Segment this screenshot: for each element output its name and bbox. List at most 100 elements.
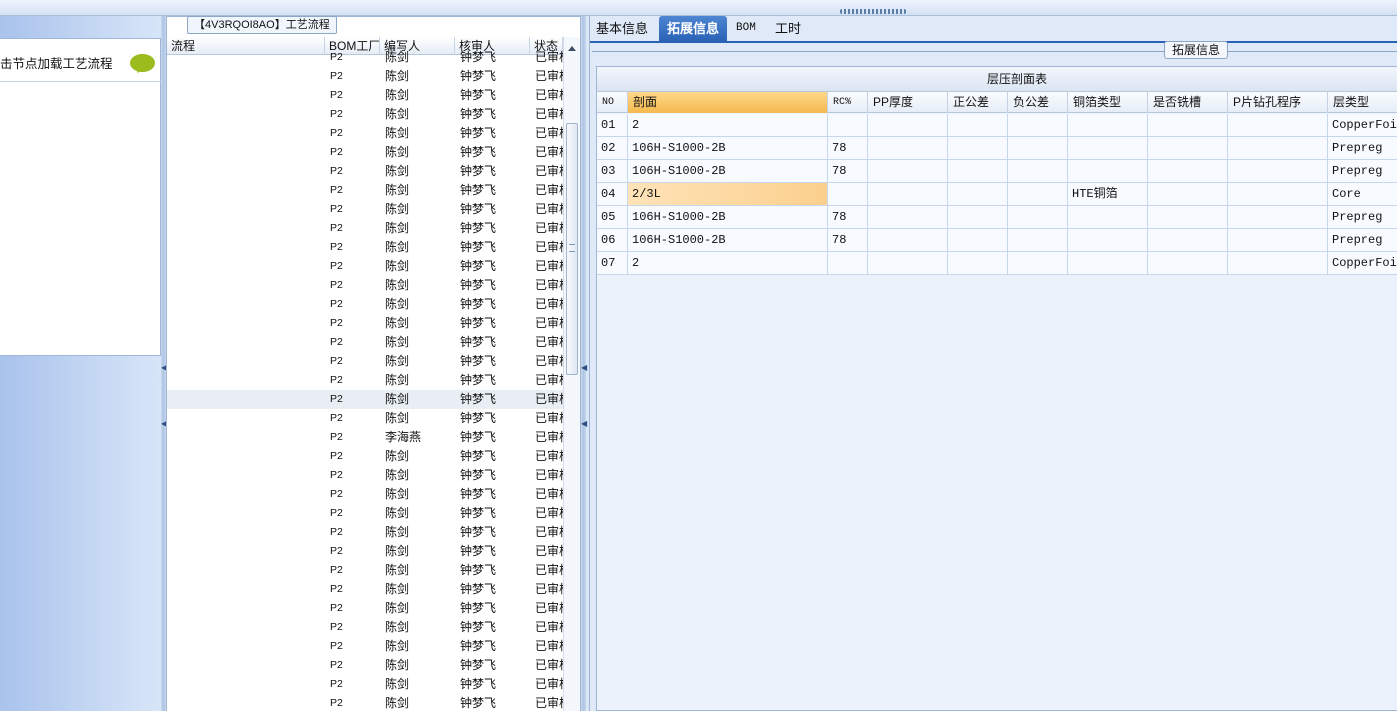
rc-cell[interactable] (828, 183, 868, 205)
tree-folder-row[interactable]: −阻焊P2陈剑钟梦飞已审核 (167, 675, 563, 694)
positive-tolerance-cell[interactable] (948, 206, 1008, 228)
process-tree-grid[interactable]: 流程 BOM工厂 编写人 核审人 状态 圆角P2陈剑钟梦飞已审核打标P2陈剑钟梦… (167, 37, 563, 711)
tree-folder-row[interactable]: −AOIP2陈剑钟梦飞已审核 (167, 219, 563, 238)
layer-type-cell[interactable]: Prepreg (1328, 137, 1397, 159)
profile-cell[interactable]: 106H-S1000-2B (628, 160, 828, 182)
rc-cell[interactable]: 78 (828, 206, 868, 228)
no-cell[interactable]: 04 (597, 183, 628, 205)
col-header-no[interactable]: NO (597, 92, 628, 113)
tree-folder-row[interactable]: −层压P2陈剑钟梦飞已审核 (167, 333, 563, 352)
tree-item-row[interactable]: 圆角P2陈剑钟梦飞已审核 (167, 48, 563, 67)
negative-tolerance-cell[interactable] (1008, 229, 1068, 251)
foil-type-cell[interactable] (1068, 252, 1148, 274)
collapse-left-arrow-icon[interactable]: ◀ (581, 364, 587, 372)
tree-item-row[interactable]: X-Ray冲孔P2陈剑钟梦飞已审核 (167, 409, 563, 428)
tree-folder-row[interactable]: −钻孔P2陈剑钟梦飞已审核 (167, 466, 563, 485)
tree-item-row[interactable]: 内层AOIP2陈剑钟梦飞已审核 (167, 257, 563, 276)
tree-folder-row[interactable]: −外层干膜P2陈剑钟梦飞已审核 (167, 599, 563, 618)
collapse-left-arrow-icon[interactable]: ◀ (581, 420, 587, 428)
tree-scrollbar[interactable] (563, 37, 580, 711)
table-row[interactable]: 01 2 CopperFoil (597, 114, 1397, 137)
no-cell[interactable]: 03 (597, 160, 628, 182)
tree-item-row[interactable]: 预排P2陈剑钟梦飞已审核 (167, 352, 563, 371)
negative-tolerance-cell[interactable] (1008, 114, 1068, 136)
foil-type-cell[interactable] (1068, 206, 1148, 228)
tree-folder-row[interactable]: −沉铜P2陈剑钟梦飞已审核 (167, 504, 563, 523)
layer-type-cell[interactable]: Prepreg (1328, 206, 1397, 228)
rc-cell[interactable] (828, 252, 868, 274)
rc-cell[interactable]: 78 (828, 160, 868, 182)
drill-program-cell[interactable] (1228, 252, 1328, 274)
col-header-layer-type[interactable]: 层类型 (1328, 92, 1397, 113)
pp-thickness-cell[interactable] (868, 252, 948, 274)
positive-tolerance-cell[interactable] (948, 183, 1008, 205)
table-row[interactable]: 07 2 CopperFoil (597, 252, 1397, 275)
tree-item-row[interactable]: 钻孔P2陈剑钟梦飞已审核 (167, 485, 563, 504)
no-cell[interactable]: 05 (597, 206, 628, 228)
negative-tolerance-cell[interactable] (1008, 160, 1068, 182)
drill-program-cell[interactable] (1228, 183, 1328, 205)
table-row[interactable]: 04 2/3L HTE铜箔 Core (597, 183, 1397, 206)
pp-thickness-cell[interactable] (868, 183, 948, 205)
positive-tolerance-cell[interactable] (948, 252, 1008, 274)
layer-type-cell[interactable]: Prepreg (1328, 160, 1397, 182)
foil-type-cell[interactable] (1068, 229, 1148, 251)
no-cell[interactable]: 06 (597, 229, 628, 251)
col-header-pp-thickness[interactable]: PP厚度 (868, 92, 948, 113)
tree-item-row[interactable]: 压合P2陈剑钟梦飞已审核 (167, 390, 563, 409)
negative-tolerance-cell[interactable] (1008, 183, 1068, 205)
foil-type-cell[interactable] (1068, 160, 1148, 182)
milling-cell[interactable] (1148, 252, 1228, 274)
tree-item-row[interactable]: 外层前处理P2陈剑钟梦飞已审核 (167, 618, 563, 637)
pp-thickness-cell[interactable] (868, 137, 948, 159)
tree-item-row[interactable]: 铣边P2李海燕钟梦飞已审核 (167, 428, 563, 447)
drill-program-cell[interactable] (1228, 114, 1328, 136)
profile-cell[interactable]: 2 (628, 252, 828, 274)
tree-item-row[interactable]: 曝光P2陈剑钟梦飞已审核 (167, 143, 563, 162)
milling-cell[interactable] (1148, 137, 1228, 159)
col-header-rc[interactable]: RC% (828, 92, 868, 113)
mid-splitter[interactable]: ◀ ◀ (581, 16, 587, 711)
tree-item-row[interactable]: 酸性蚀刻P2陈剑钟梦飞已审核 (167, 181, 563, 200)
tree-item-row[interactable]: 显影P2陈剑钟梦飞已审核 (167, 162, 563, 181)
profile-cell[interactable]: 106H-S1000-2B (628, 137, 828, 159)
tree-item-row[interactable]: 排板P2陈剑钟梦飞已审核 (167, 371, 563, 390)
tree-item-row[interactable]: 去毛刺P2陈剑钟梦飞已审核 (167, 523, 563, 542)
table-row[interactable]: 06 106H-S1000-2B 78 Prepreg (597, 229, 1397, 252)
no-cell[interactable]: 01 (597, 114, 628, 136)
tree-item-row[interactable]: 冲孔P2陈剑钟梦飞已审核 (167, 238, 563, 257)
col-header-drill-program[interactable]: P片钻孔程序 (1228, 92, 1328, 113)
table-row[interactable]: 03 106H-S1000-2B 78 Prepreg (597, 160, 1397, 183)
milling-cell[interactable] (1148, 114, 1228, 136)
pp-thickness-cell[interactable] (868, 229, 948, 251)
foil-type-cell[interactable]: HTE铜箔 (1068, 183, 1148, 205)
tree-item-row[interactable]: 打字唛P2陈剑钟梦飞已审核 (167, 447, 563, 466)
rc-cell[interactable]: 78 (828, 229, 868, 251)
profile-cell[interactable]: 2/3L (628, 183, 828, 205)
col-header-profile[interactable]: 剖面 (628, 92, 828, 113)
tab-bom[interactable]: BOM (736, 16, 756, 41)
positive-tolerance-cell[interactable] (948, 137, 1008, 159)
milling-cell[interactable] (1148, 183, 1228, 205)
drill-program-cell[interactable] (1228, 229, 1328, 251)
positive-tolerance-cell[interactable] (948, 229, 1008, 251)
layer-type-cell[interactable]: Prepreg (1328, 229, 1397, 251)
drill-program-cell[interactable] (1228, 206, 1328, 228)
tab-work-hours[interactable]: 工时 (775, 16, 801, 41)
layer-type-cell[interactable]: Core (1328, 183, 1397, 205)
tree-item-row[interactable]: 烘板P2陈剑钟梦飞已审核 (167, 314, 563, 333)
tree-item-row[interactable]: 内层前处理P2陈剑钟梦飞已审核 (167, 105, 563, 124)
negative-tolerance-cell[interactable] (1008, 206, 1068, 228)
table-row[interactable]: 05 106H-S1000-2B 78 Prepreg (597, 206, 1397, 229)
tree-item-row[interactable]: 挡点网版P2陈剑钟梦飞已审核 (167, 694, 563, 711)
drill-program-cell[interactable] (1228, 137, 1328, 159)
tree-item-row[interactable]: 沉铜P2陈剑钟梦飞已审核 (167, 542, 563, 561)
tree-item-row[interactable]: 贴膜P2陈剑钟梦飞已审核 (167, 637, 563, 656)
tree-item-row[interactable]: 退膜P2陈剑钟梦飞已审核 (167, 200, 563, 219)
scroll-up-arrow-icon[interactable] (568, 42, 576, 51)
negative-tolerance-cell[interactable] (1008, 252, 1068, 274)
no-cell[interactable]: 07 (597, 252, 628, 274)
no-cell[interactable]: 02 (597, 137, 628, 159)
profile-cell[interactable]: 2 (628, 114, 828, 136)
splitter-grip-icon[interactable] (840, 9, 906, 14)
